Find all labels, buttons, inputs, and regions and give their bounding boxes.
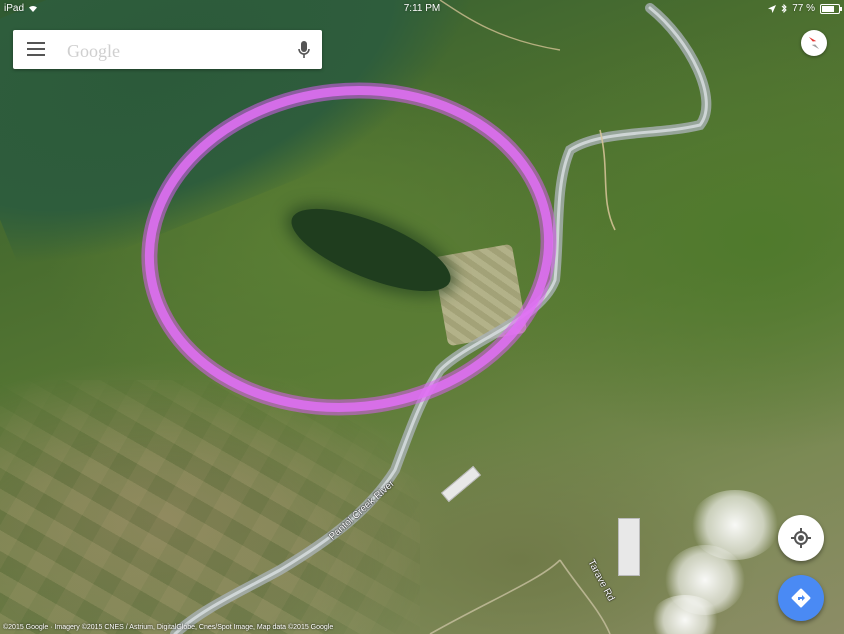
search-box[interactable] — [13, 30, 322, 69]
hand-drawn-circle-annotation — [141, 82, 557, 416]
compass-button[interactable] — [801, 30, 827, 56]
my-location-icon — [791, 528, 811, 548]
directions-button[interactable] — [778, 575, 824, 621]
location-arrow-icon — [768, 4, 777, 13]
clock: 7:11 PM — [403, 3, 441, 14]
battery-level — [822, 5, 835, 12]
hamburger-menu-icon[interactable] — [27, 42, 45, 56]
road — [429, 559, 561, 634]
road — [599, 129, 616, 231]
battery-icon — [820, 3, 842, 14]
bluetooth-icon — [781, 4, 787, 13]
status-bar: iPad 7:11 PM 77 % — [0, 0, 844, 18]
microphone-icon[interactable] — [297, 40, 311, 60]
battery-percent: 77 % — [792, 3, 815, 14]
my-location-button[interactable] — [778, 515, 824, 561]
compass-icon — [808, 36, 820, 50]
directions-icon — [791, 588, 811, 608]
status-right: 77 % — [768, 3, 842, 14]
search-input[interactable] — [65, 38, 289, 64]
map-attribution: ©2015 Google · Imagery ©2015 CNES / Astr… — [3, 624, 334, 631]
map-overlay — [141, 0, 712, 634]
